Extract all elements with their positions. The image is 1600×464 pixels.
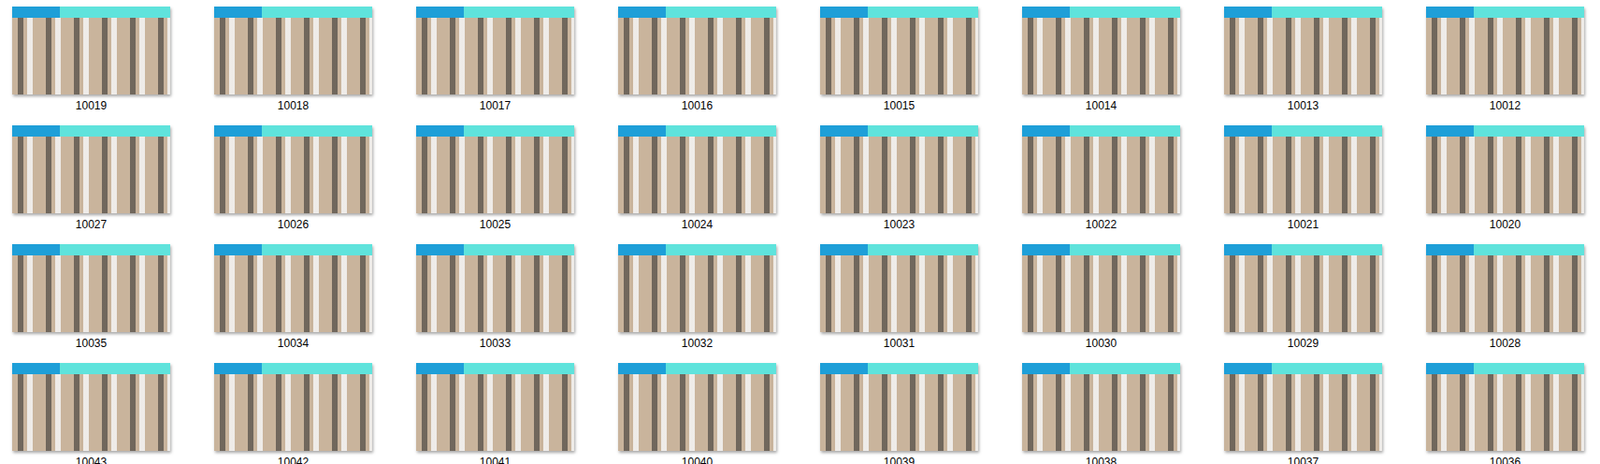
file-name[interactable]: 10025 — [479, 217, 511, 232]
file-name[interactable]: 10015 — [883, 99, 915, 114]
file-name[interactable]: 10016 — [681, 99, 713, 114]
file-item[interactable]: 10032 — [618, 244, 777, 356]
file-explorer-view: 10019 10018 10017 10016 10015 10014 10013 10012… — [0, 0, 1600, 464]
file-item[interactable]: 10020 — [1426, 125, 1585, 237]
file-name[interactable]: 10018 — [277, 99, 309, 114]
file-item[interactable]: 10043 — [12, 362, 171, 464]
image-thumbnail[interactable] — [1426, 362, 1585, 451]
file-item[interactable]: 10022 — [1022, 125, 1181, 237]
image-thumbnail[interactable] — [214, 244, 373, 332]
image-thumbnail[interactable] — [618, 6, 777, 95]
image-thumbnail[interactable] — [12, 6, 171, 95]
file-name[interactable]: 10043 — [75, 455, 107, 464]
image-thumbnail[interactable] — [1022, 362, 1181, 451]
file-name[interactable]: 10024 — [681, 217, 713, 232]
file-name[interactable]: 10022 — [1085, 217, 1117, 232]
image-thumbnail[interactable] — [12, 362, 171, 451]
file-item[interactable]: 10036 — [1426, 362, 1585, 464]
file-name[interactable]: 10032 — [681, 336, 713, 351]
file-name[interactable]: 10041 — [479, 455, 511, 464]
file-item[interactable]: 10012 — [1426, 6, 1585, 118]
file-item[interactable]: 10015 — [820, 6, 979, 118]
image-thumbnail[interactable] — [12, 244, 171, 332]
image-thumbnail[interactable] — [1022, 6, 1181, 95]
file-name[interactable]: 10017 — [479, 99, 511, 114]
file-name[interactable]: 10031 — [883, 336, 915, 351]
image-thumbnail[interactable] — [1022, 125, 1181, 214]
file-item[interactable]: 10041 — [416, 362, 575, 464]
image-thumbnail[interactable] — [1224, 244, 1383, 332]
image-thumbnail[interactable] — [416, 362, 575, 451]
image-thumbnail[interactable] — [820, 362, 979, 451]
file-item[interactable]: 10035 — [12, 244, 171, 356]
file-item[interactable]: 10039 — [820, 362, 979, 464]
file-name[interactable]: 10028 — [1489, 336, 1521, 351]
file-item[interactable]: 10038 — [1022, 362, 1181, 464]
file-name[interactable]: 10033 — [479, 336, 511, 351]
file-name[interactable]: 10037 — [1287, 455, 1319, 464]
file-item[interactable]: 10033 — [416, 244, 575, 356]
file-name[interactable]: 10023 — [883, 217, 915, 232]
file-name[interactable]: 10012 — [1489, 99, 1521, 114]
file-item[interactable]: 10028 — [1426, 244, 1585, 356]
image-thumbnail[interactable] — [214, 362, 373, 451]
file-name[interactable]: 10034 — [277, 336, 309, 351]
image-thumbnail[interactable] — [1224, 125, 1383, 214]
file-item[interactable]: 10027 — [12, 125, 171, 237]
file-name[interactable]: 10021 — [1287, 217, 1319, 232]
image-thumbnail[interactable] — [618, 362, 777, 451]
file-name[interactable]: 10014 — [1085, 99, 1117, 114]
file-item[interactable]: 10017 — [416, 6, 575, 118]
file-item[interactable]: 10029 — [1224, 244, 1383, 356]
file-name[interactable]: 10020 — [1489, 217, 1521, 232]
file-name[interactable]: 10013 — [1287, 99, 1319, 114]
image-thumbnail[interactable] — [618, 244, 777, 332]
image-thumbnail[interactable] — [416, 6, 575, 95]
file-name[interactable]: 10035 — [75, 336, 107, 351]
file-item[interactable]: 10025 — [416, 125, 575, 237]
file-name[interactable]: 10026 — [277, 217, 309, 232]
thumbnail-grid: 10019 10018 10017 10016 10015 10014 10013 10012… — [12, 6, 1600, 464]
image-thumbnail[interactable] — [416, 125, 575, 214]
file-item[interactable]: 10018 — [214, 6, 373, 118]
file-name[interactable]: 10027 — [75, 217, 107, 232]
file-name[interactable]: 10040 — [681, 455, 713, 464]
file-item[interactable]: 10040 — [618, 362, 777, 464]
file-name[interactable]: 10039 — [883, 455, 915, 464]
file-name[interactable]: 10019 — [75, 99, 107, 114]
image-thumbnail[interactable] — [214, 125, 373, 214]
file-name[interactable]: 10036 — [1489, 455, 1521, 464]
image-thumbnail[interactable] — [1426, 125, 1585, 214]
image-thumbnail[interactable] — [1224, 362, 1383, 451]
file-item[interactable]: 10014 — [1022, 6, 1181, 118]
file-name[interactable]: 10030 — [1085, 336, 1117, 351]
image-thumbnail[interactable] — [618, 125, 777, 214]
image-thumbnail[interactable] — [1224, 6, 1383, 95]
file-name[interactable]: 10042 — [277, 455, 309, 464]
file-item[interactable]: 10026 — [214, 125, 373, 237]
file-item[interactable]: 10031 — [820, 244, 979, 356]
image-thumbnail[interactable] — [214, 6, 373, 95]
file-name[interactable]: 10038 — [1085, 455, 1117, 464]
file-item[interactable]: 10016 — [618, 6, 777, 118]
image-thumbnail[interactable] — [1426, 6, 1585, 95]
image-thumbnail[interactable] — [12, 125, 171, 214]
file-item[interactable]: 10030 — [1022, 244, 1181, 356]
image-thumbnail[interactable] — [1426, 244, 1585, 332]
file-item[interactable]: 10034 — [214, 244, 373, 356]
image-thumbnail[interactable] — [820, 244, 979, 332]
file-item[interactable]: 10021 — [1224, 125, 1383, 237]
file-item[interactable]: 10042 — [214, 362, 373, 464]
image-thumbnail[interactable] — [820, 6, 979, 95]
file-item[interactable]: 10023 — [820, 125, 979, 237]
file-item[interactable]: 10024 — [618, 125, 777, 237]
file-item[interactable]: 10019 — [12, 6, 171, 118]
file-item[interactable]: 10037 — [1224, 362, 1383, 464]
file-name[interactable]: 10029 — [1287, 336, 1319, 351]
image-thumbnail[interactable] — [1022, 244, 1181, 332]
image-thumbnail[interactable] — [416, 244, 575, 332]
file-item[interactable]: 10013 — [1224, 6, 1383, 118]
image-thumbnail[interactable] — [820, 125, 979, 214]
